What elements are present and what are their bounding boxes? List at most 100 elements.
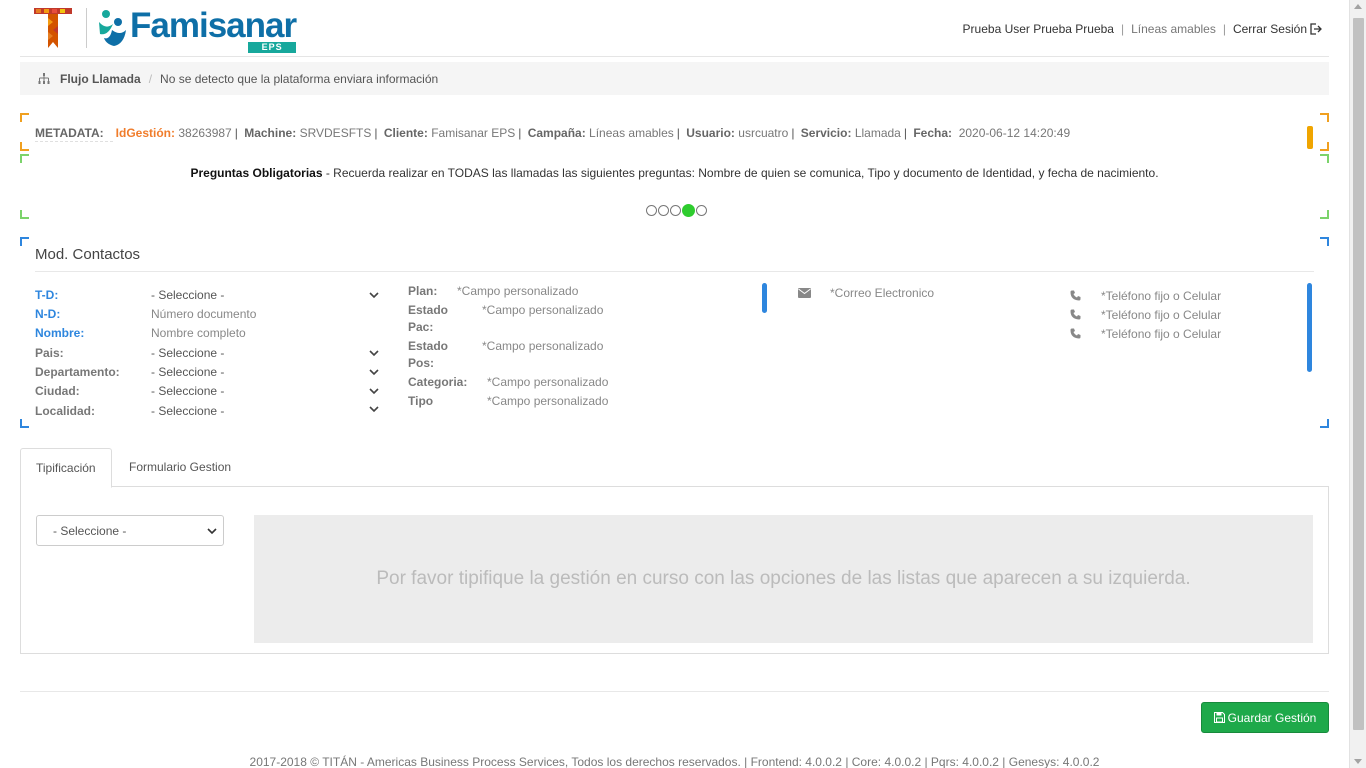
chevron-down-icon[interactable] [369, 290, 379, 300]
fecha-label: Fecha: [913, 126, 953, 140]
carousel-dot-3[interactable] [670, 205, 681, 216]
save-gestion-button[interactable]: Guardar Gestión [1201, 702, 1329, 733]
categoria-label: Categoria: [408, 375, 468, 389]
envelope-icon [798, 288, 811, 298]
carousel-dot-4[interactable] [682, 204, 695, 217]
chevron-down-icon[interactable] [369, 367, 379, 377]
tipificacion-info-box: Por favor tipifique la gestión en curso … [254, 515, 1313, 643]
scroll-up-icon[interactable] [1354, 4, 1362, 9]
phone-value[interactable]: *Teléfono fijo o Celular [1101, 327, 1221, 341]
tab-tipificacion[interactable]: Tipificación [20, 448, 112, 488]
contacts-divider [35, 271, 1314, 272]
phone-row: *Teléfono fijo o Celular [1070, 305, 1221, 324]
machine-label: Machine: [244, 126, 297, 140]
preguntas-text: - Recuerda realizar en TODAS las llamada… [322, 166, 1159, 180]
pais-select[interactable]: - Seleccione - [151, 346, 369, 360]
estado-pos-label: Estado [408, 339, 449, 353]
tipificacion-select-value: - Seleccione - [53, 523, 127, 538]
carousel-indicators [646, 204, 707, 217]
carousel-dot-1[interactable] [646, 205, 657, 216]
field-label: Pais: [35, 345, 64, 360]
field-nombre: Nombre: Nombre completo [35, 324, 385, 343]
chevron-down-icon[interactable] [369, 404, 379, 414]
tipo-value[interactable]: *Campo personalizado [487, 393, 608, 410]
corner-bracket [20, 154, 29, 163]
servicio-value: Llamada [854, 126, 901, 140]
categoria-value[interactable]: *Campo personalizado [487, 374, 608, 391]
phone-row: *Teléfono fijo o Celular [1070, 324, 1221, 343]
nombre-input[interactable]: Nombre completo [151, 326, 385, 340]
nd-input[interactable]: Número documento [151, 307, 385, 321]
metadata-scroll-indicator[interactable] [1307, 126, 1313, 149]
corner-bracket [1320, 419, 1329, 428]
tipificacion-info-text: Por favor tipifique la gestión en curso … [376, 568, 1191, 589]
phone-icon [1070, 328, 1081, 339]
scroll-down-icon[interactable] [1354, 759, 1362, 764]
save-label: Guardar Gestión [1227, 710, 1317, 725]
breadcrumb-message: No se detecto que la plataforma enviara … [160, 71, 439, 86]
plan-value[interactable]: *Campo personalizado [457, 283, 578, 300]
corner-bracket [20, 419, 29, 428]
corner-bracket [1320, 210, 1329, 219]
cliente-label: Cliente: [383, 126, 428, 140]
contacts-title: Mod. Contactos [35, 246, 141, 263]
phone-value[interactable]: *Teléfono fijo o Celular [1101, 289, 1221, 303]
servicio-label: Servicio: [800, 126, 852, 140]
logout-link[interactable]: Cerrar Sesión [1233, 22, 1307, 36]
field-label: Ciudad: [35, 384, 80, 399]
scrollbar-thumb[interactable] [1353, 18, 1364, 730]
famisanar-people-icon [99, 10, 126, 46]
field-td: T-D: - Seleccione - [35, 285, 385, 304]
chevron-down-icon[interactable] [369, 348, 379, 358]
field-localidad: Localidad: - Seleccione - [35, 401, 385, 417]
email-value[interactable]: *Correo Electronico [830, 286, 934, 300]
corner-bracket [20, 210, 29, 219]
chevron-down-icon[interactable] [369, 386, 379, 396]
estado-pac-label: Estado [408, 303, 449, 317]
breadcrumb-main[interactable]: Flujo Llamada [60, 72, 141, 86]
page-scrollbar[interactable] [1349, 0, 1366, 768]
brand-sub: EPS [248, 42, 297, 53]
phones-scroll-indicator[interactable] [1307, 283, 1312, 372]
idgestion-value: 38263987 [178, 126, 232, 140]
phone-icon [1070, 290, 1081, 301]
metadata-underline [35, 141, 113, 142]
top-header: Famisanar EPS Prueba User Prueba Prueba … [20, 0, 1329, 57]
logout-icon[interactable] [1310, 23, 1322, 35]
estado-pac-label-2: Pac: [408, 320, 434, 334]
departamento-select[interactable]: - Seleccione - [151, 365, 369, 379]
corner-bracket [1320, 237, 1329, 246]
corner-bracket [1320, 113, 1329, 122]
corner-bracket [1320, 154, 1329, 163]
campana-value: Líneas amables [589, 126, 674, 140]
phone-fields: *Teléfono fijo o Celular *Teléfono fijo … [1070, 286, 1221, 343]
estado-pac-value[interactable]: *Campo personalizado [482, 302, 603, 319]
carousel-dot-5[interactable] [696, 205, 707, 216]
field-label: Departamento: [35, 364, 120, 379]
usuario-value: usrcuatro [738, 126, 789, 140]
tab-formulario-gestion[interactable]: Formulario Gestion [114, 448, 246, 487]
tipificacion-select[interactable]: - Seleccione - [36, 515, 224, 546]
breadcrumb-separator: / [148, 71, 153, 86]
campaign-name[interactable]: Líneas amables [1131, 22, 1216, 36]
mandatory-questions: Preguntas Obligatorias - Recuerda realiz… [20, 166, 1329, 180]
brand-name: Famisanar [130, 6, 297, 45]
user-nav: Prueba User Prueba Prueba | Líneas amabl… [963, 22, 1322, 36]
phone-value[interactable]: *Teléfono fijo o Celular [1101, 308, 1221, 322]
carousel-dot-2[interactable] [658, 205, 669, 216]
ciudad-select[interactable]: - Seleccione - [151, 384, 369, 398]
chevron-down-icon [207, 528, 217, 535]
custom-fields-scroll-indicator[interactable] [762, 283, 767, 313]
copyright-text: 2017-2018 © TITÁN - Americas Business Pr… [249, 755, 1100, 768]
phone-row: *Teléfono fijo o Celular [1070, 286, 1221, 305]
estado-pos-value[interactable]: *Campo personalizado [482, 338, 603, 355]
td-select[interactable]: - Seleccione - [151, 288, 369, 302]
user-name[interactable]: Prueba User Prueba Prueba [963, 22, 1114, 36]
field-pais: Pais: - Seleccione - [35, 343, 385, 362]
field-label: T-D: [35, 287, 59, 302]
corner-bracket [20, 142, 29, 151]
localidad-select[interactable]: - Seleccione - [151, 404, 369, 417]
plan-label: Plan: [408, 284, 438, 298]
famisanar-logo: Famisanar EPS [96, 6, 297, 54]
preguntas-title: Preguntas Obligatorias [190, 166, 323, 180]
